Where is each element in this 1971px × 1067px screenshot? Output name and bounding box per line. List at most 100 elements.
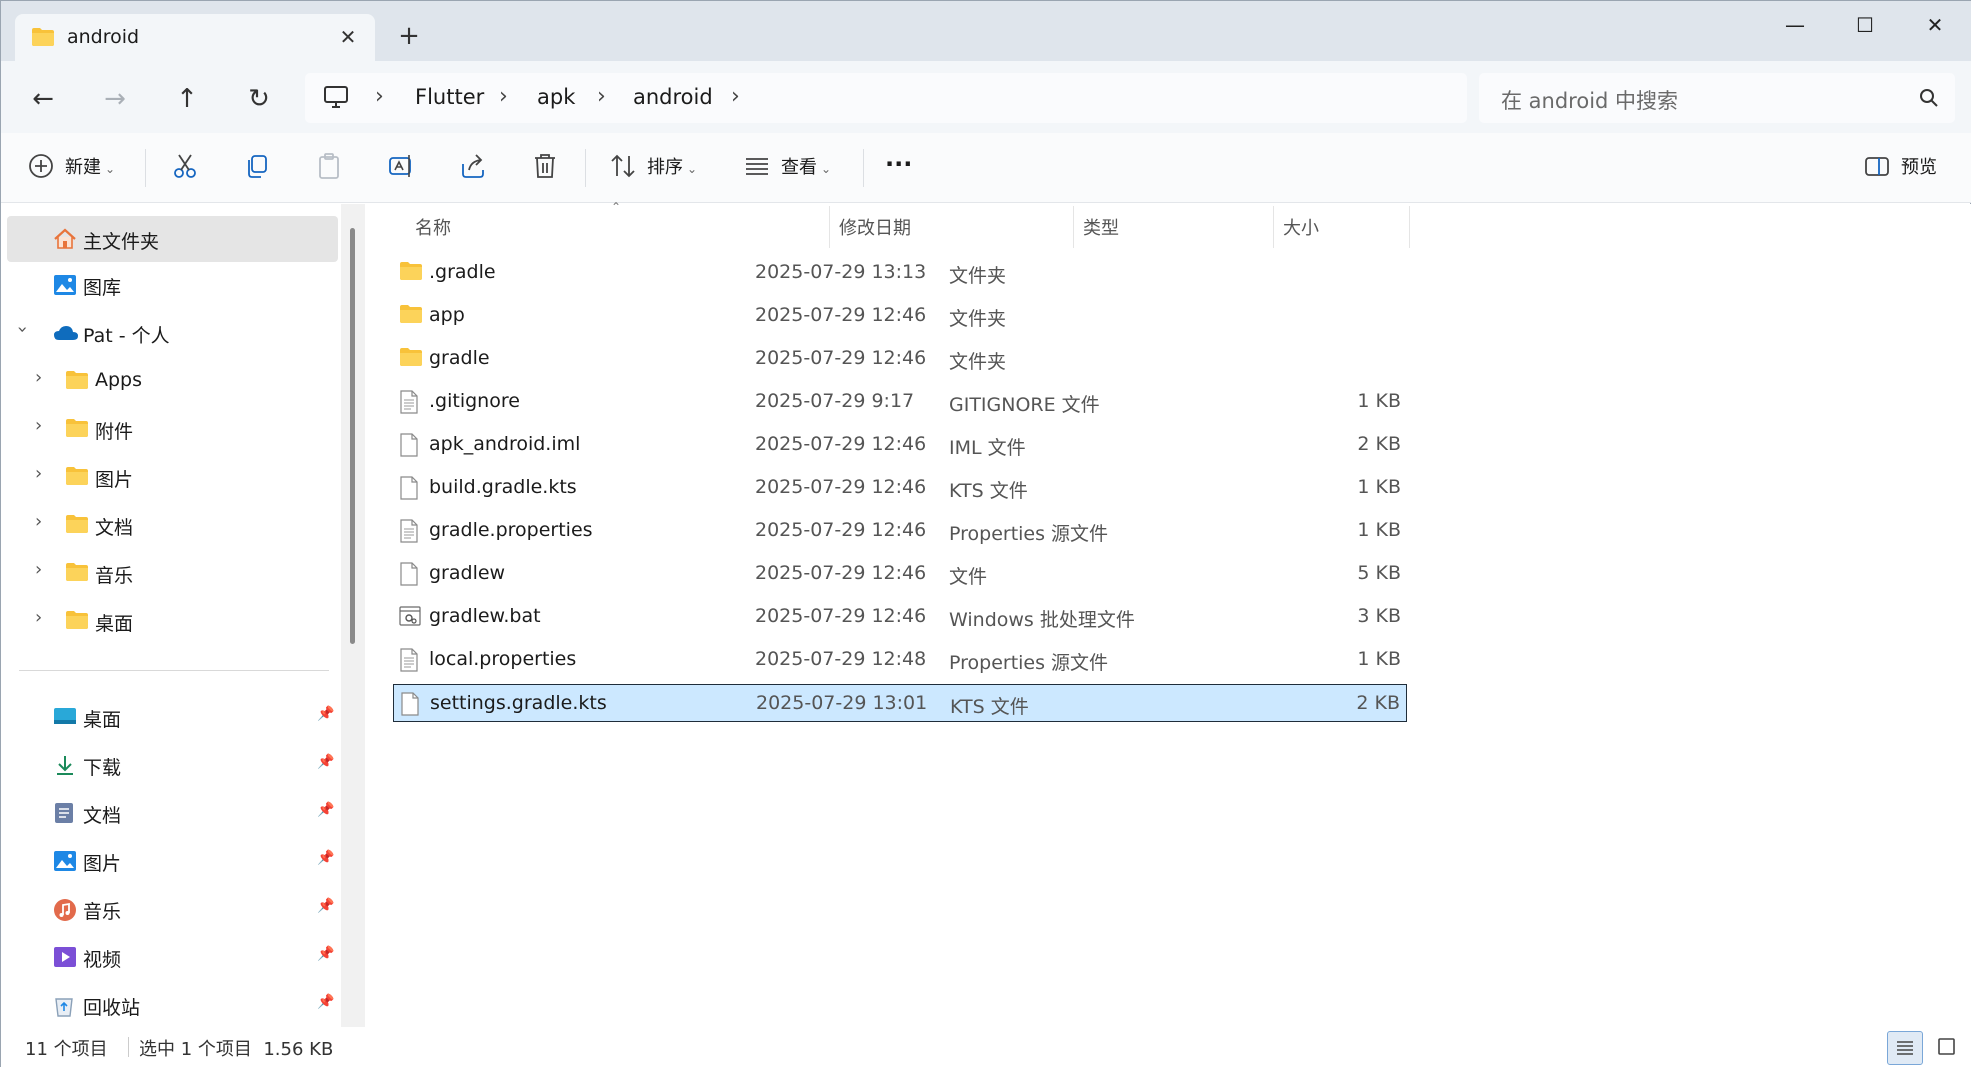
file-type: Windows 批处理文件 xyxy=(949,609,1135,631)
quick-access-desktop[interactable]: 桌面 📌 xyxy=(7,694,338,740)
tab-close-icon[interactable]: ✕ xyxy=(333,22,363,52)
computer-icon[interactable] xyxy=(323,85,349,113)
file-name: gradlew.bat xyxy=(429,605,541,627)
paste-icon[interactable] xyxy=(315,152,347,184)
cut-icon[interactable] xyxy=(171,152,203,184)
file-row[interactable]: .gitignore 2025-07-29 9:17 GITIGNORE 文件 1 K… xyxy=(393,383,1407,421)
breadcrumb-separator[interactable]: › xyxy=(375,84,384,109)
file-row[interactable]: .gradle 2025-07-29 13:13 文件夹 xyxy=(393,254,1407,292)
sidebar-item-pictures[interactable]: › 图片 xyxy=(7,454,338,500)
sidebar-item-desktop-cloud[interactable]: › 桌面 xyxy=(7,598,338,644)
close-button[interactable]: ✕ xyxy=(1905,5,1965,45)
pin-icon[interactable]: 📌 xyxy=(317,802,334,818)
chevron-right-icon[interactable]: › xyxy=(35,607,42,628)
new-button[interactable]: 新建 ⌄ xyxy=(65,153,115,183)
quick-access-documents[interactable]: 文档 📌 xyxy=(7,790,338,836)
quick-access-downloads[interactable]: 下载 📌 xyxy=(7,742,338,788)
minimize-button[interactable]: — xyxy=(1765,5,1825,45)
sidebar-scrollbar-thumb[interactable] xyxy=(350,228,355,644)
sidebar-item-apps[interactable]: › Apps xyxy=(7,358,338,404)
column-header-name[interactable]: 名称 xyxy=(415,214,451,240)
file-date: 2025-07-29 12:48 xyxy=(755,648,927,670)
sidebar-item-home[interactable]: 主文件夹 xyxy=(7,216,338,262)
videos-icon xyxy=(53,946,77,972)
quick-access-recycle-bin[interactable]: 回收站 📌 xyxy=(7,982,338,1028)
share-icon[interactable] xyxy=(459,152,491,184)
pin-icon[interactable]: 📌 xyxy=(317,946,334,962)
file-row[interactable]: apk_android.iml 2025-07-29 12:46 IML 文件 2 K… xyxy=(393,426,1407,464)
sort-icon[interactable] xyxy=(609,152,641,184)
search-input[interactable]: 在 android 中搜索 xyxy=(1479,73,1955,123)
view-icon[interactable] xyxy=(743,152,775,184)
file-row[interactable]: settings.gradle.kts 2025-07-29 13:01 KTS 文… xyxy=(393,684,1407,722)
sidebar-item-gallery[interactable]: 图库 xyxy=(7,262,338,308)
copy-icon[interactable] xyxy=(243,152,275,184)
quick-access-pictures[interactable]: 图片 📌 xyxy=(7,838,338,884)
file-row[interactable]: gradlew.bat 2025-07-29 12:46 Windows 批处理文件… xyxy=(393,598,1407,636)
pin-icon[interactable]: 📌 xyxy=(317,898,334,914)
pin-icon[interactable]: 📌 xyxy=(317,994,334,1010)
more-options-button[interactable]: ··· xyxy=(885,149,912,179)
preview-button[interactable]: 预览 xyxy=(1901,153,1937,183)
file-type: 文件 xyxy=(949,566,988,588)
sidebar-item-attachments[interactable]: › 附件 xyxy=(7,406,338,452)
pin-icon[interactable]: 📌 xyxy=(317,850,334,866)
file-name: .gitignore xyxy=(429,390,520,412)
file-name: app xyxy=(429,304,465,326)
breadcrumb-separator[interactable]: › xyxy=(499,84,508,109)
column-header-date[interactable]: 修改日期 xyxy=(839,214,911,240)
breadcrumb-android[interactable]: android xyxy=(633,85,713,109)
tab-android[interactable]: android ✕ xyxy=(15,14,375,61)
column-divider[interactable] xyxy=(1273,206,1274,248)
chevron-right-icon[interactable]: › xyxy=(35,415,42,436)
delete-icon[interactable] xyxy=(531,152,563,184)
breadcrumb-separator[interactable]: › xyxy=(597,84,606,109)
file-type: KTS 文件 xyxy=(950,696,1029,718)
view-button[interactable]: 查看 ⌄ xyxy=(781,153,831,183)
chevron-right-icon[interactable]: › xyxy=(35,559,42,580)
column-header-size[interactable]: 大小 xyxy=(1283,214,1319,240)
back-button[interactable]: ← xyxy=(23,79,63,119)
chevron-down-icon[interactable]: › xyxy=(12,326,33,333)
file-row[interactable]: gradle.properties 2025-07-29 12:46 Propert… xyxy=(393,512,1407,550)
file-type: Properties 源文件 xyxy=(949,523,1109,545)
new-icon[interactable] xyxy=(27,152,59,184)
pin-icon[interactable]: 📌 xyxy=(317,754,334,770)
breadcrumb-flutter[interactable]: Flutter xyxy=(415,85,484,109)
rename-icon[interactable] xyxy=(387,152,419,184)
file-row[interactable]: app 2025-07-29 12:46 文件夹 xyxy=(393,297,1407,335)
sidebar-item-documents[interactable]: › 文档 xyxy=(7,502,338,548)
sidebar-item-label: 文档 xyxy=(95,517,134,539)
sidebar-item-music[interactable]: › 音乐 xyxy=(7,550,338,596)
file-row[interactable]: gradle 2025-07-29 12:46 文件夹 xyxy=(393,340,1407,378)
chevron-right-icon[interactable]: › xyxy=(35,463,42,484)
title-bar: android ✕ + — ☐ ✕ xyxy=(1,1,1971,61)
file-row[interactable]: gradlew 2025-07-29 12:46 文件 5 KB xyxy=(393,555,1407,593)
file-row[interactable]: build.gradle.kts 2025-07-29 12:46 KTS 文件 1 … xyxy=(393,469,1407,507)
sort-button[interactable]: 排序 ⌄ xyxy=(647,153,697,183)
column-header-type[interactable]: 类型 xyxy=(1083,214,1119,240)
pin-icon[interactable]: 📌 xyxy=(317,706,334,722)
details-view-button[interactable] xyxy=(1887,1031,1923,1065)
pictures-icon xyxy=(53,850,77,876)
maximize-button[interactable]: ☐ xyxy=(1835,5,1895,45)
column-divider[interactable] xyxy=(829,206,830,248)
column-divider[interactable] xyxy=(1409,206,1410,248)
file-row[interactable]: local.properties 2025-07-29 12:48 Properti… xyxy=(393,641,1407,679)
quick-access-videos[interactable]: 视频 📌 xyxy=(7,934,338,980)
breadcrumb-separator[interactable]: › xyxy=(731,84,740,109)
quick-access-music[interactable]: 音乐 📌 xyxy=(7,886,338,932)
column-divider[interactable] xyxy=(1073,206,1074,248)
up-button[interactable]: ↑ xyxy=(167,79,207,119)
new-tab-button[interactable]: + xyxy=(393,21,425,53)
breadcrumb-apk[interactable]: apk xyxy=(537,85,575,109)
preview-pane-icon[interactable] xyxy=(1863,152,1895,184)
address-bar[interactable]: › Flutter › apk › android › xyxy=(305,73,1467,123)
file-date: 2025-07-29 12:46 xyxy=(755,347,927,369)
chevron-right-icon[interactable]: › xyxy=(35,367,42,388)
forward-button[interactable]: → xyxy=(95,79,135,119)
refresh-button[interactable]: ↻ xyxy=(239,79,279,119)
sidebar-item-onedrive[interactable]: › Pat - 个人 xyxy=(7,310,338,356)
tiles-view-button[interactable] xyxy=(1929,1031,1965,1065)
chevron-right-icon[interactable]: › xyxy=(35,511,42,532)
